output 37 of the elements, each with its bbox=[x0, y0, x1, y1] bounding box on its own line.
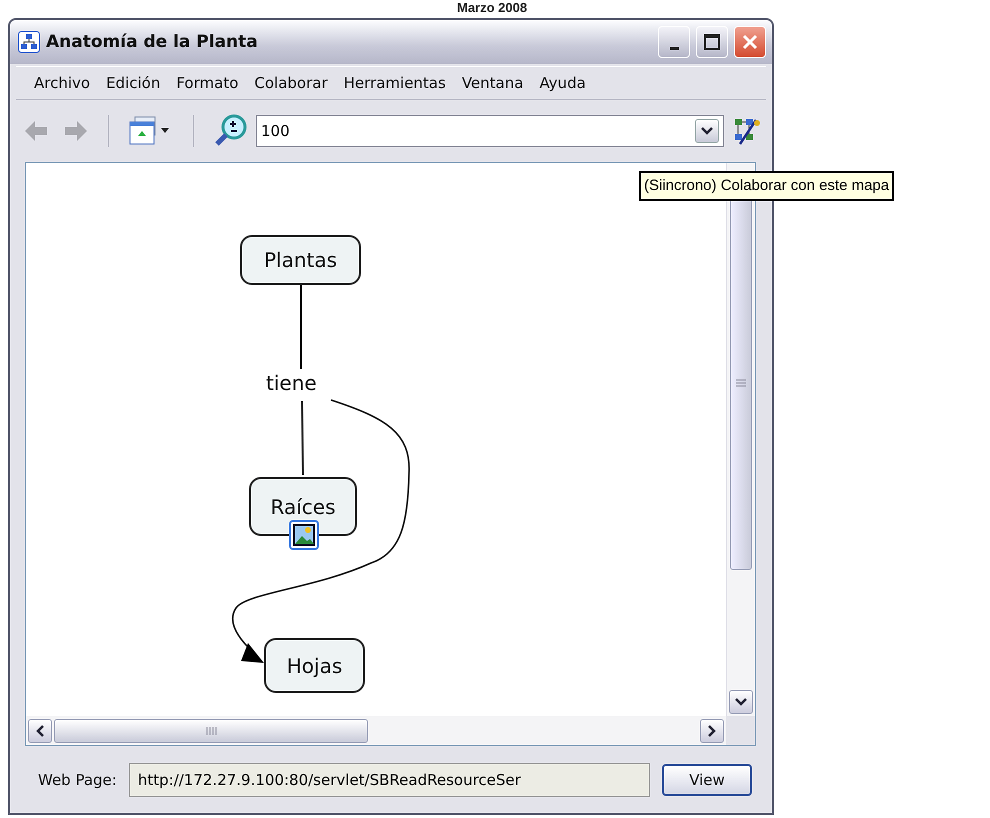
close-icon bbox=[741, 33, 759, 51]
image-resource-icon[interactable] bbox=[289, 520, 319, 550]
horizontal-scrollbar[interactable] bbox=[26, 716, 726, 745]
concept-node: Raíces bbox=[249, 477, 357, 536]
view-button[interactable]: View bbox=[662, 764, 752, 796]
scrollbar-thumb[interactable] bbox=[54, 718, 368, 742]
caption-text: Marzo 2008 bbox=[457, 0, 528, 15]
scroll-down-button[interactable] bbox=[729, 690, 753, 714]
concept-node: Hojas bbox=[264, 638, 365, 693]
scrollbar-corner bbox=[726, 716, 755, 745]
menu-item[interactable]: Herramientas bbox=[336, 71, 454, 95]
scroll-left-button[interactable] bbox=[28, 718, 52, 742]
menu-item[interactable]: Archivo bbox=[26, 71, 98, 95]
web-page-label: Web Page: bbox=[38, 770, 117, 788]
menu-item[interactable]: Colaborar bbox=[246, 71, 336, 95]
close-button[interactable] bbox=[734, 26, 766, 58]
chevron-left-icon bbox=[35, 724, 45, 736]
maximize-icon bbox=[703, 33, 721, 51]
concept-node: Plantas bbox=[240, 235, 361, 285]
minimize-button[interactable] bbox=[658, 26, 690, 58]
menu-item[interactable]: Edición bbox=[98, 71, 168, 95]
menu-item[interactable]: Ayuda bbox=[531, 71, 594, 95]
chevron-down-icon bbox=[701, 126, 713, 136]
tooltip: (Siincrono) Colaborar con este mapa bbox=[639, 171, 894, 201]
window-title: Anatomía de la Planta bbox=[46, 32, 259, 52]
menu-item[interactable]: Ventana bbox=[454, 71, 532, 95]
scroll-right-button[interactable] bbox=[700, 718, 724, 742]
collaborate-network-icon[interactable] bbox=[732, 116, 762, 146]
chevron-down-icon bbox=[735, 697, 747, 707]
zoom-combo[interactable]: 100 bbox=[256, 115, 724, 147]
menu-item[interactable]: Formato bbox=[168, 71, 246, 95]
map-app-icon bbox=[18, 31, 40, 53]
chevron-right-icon bbox=[707, 724, 717, 736]
zoom-icon[interactable] bbox=[214, 114, 248, 148]
minimize-icon bbox=[670, 46, 678, 50]
maximize-button[interactable] bbox=[696, 26, 728, 58]
web-page-field[interactable]: http://172.27.9.100:80/servlet/SBReadResourceSer bbox=[128, 762, 650, 796]
